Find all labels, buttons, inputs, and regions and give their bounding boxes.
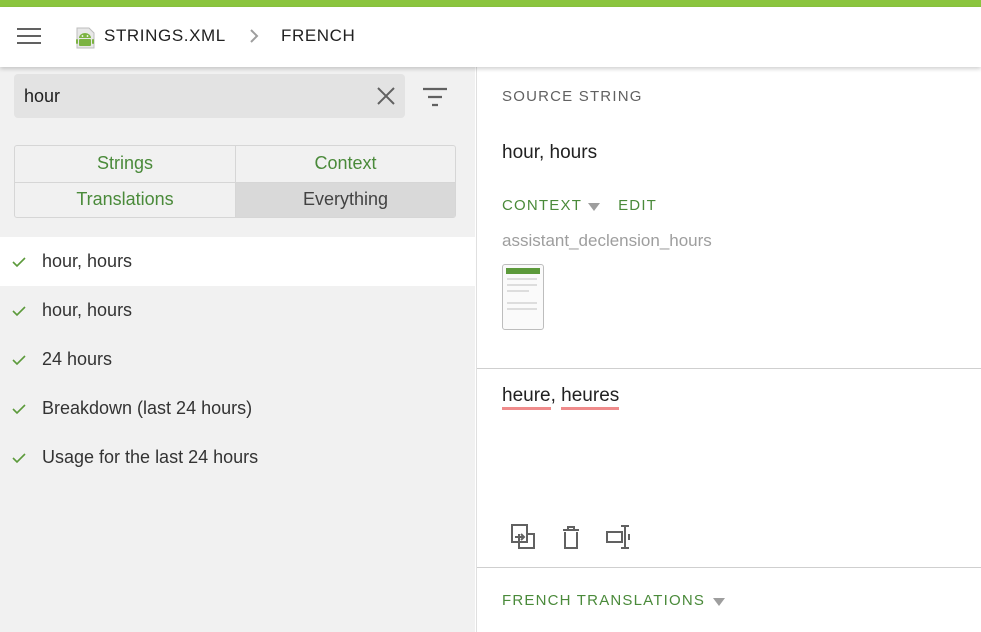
filter-icon[interactable] [422, 86, 448, 108]
list-item[interactable]: Usage for the last 24 hours [0, 433, 475, 482]
misspelled-word: heures [561, 385, 620, 410]
context-key: assistant_declension_hours [502, 231, 712, 250]
tab-strings[interactable]: Strings [15, 146, 235, 182]
list-item-label: Usage for the last 24 hours [42, 447, 259, 467]
check-icon [12, 355, 26, 366]
source-string-text: hour, hours [502, 142, 598, 163]
context-row: CONTEXT EDIT [502, 197, 657, 214]
close-icon[interactable] [375, 85, 397, 107]
list-item[interactable]: 24 hours [0, 335, 475, 384]
breadcrumb-file[interactable]: STRINGS.XML [104, 26, 226, 46]
tab-everything[interactable]: Everything [235, 181, 455, 217]
app-header: STRINGS.XML FRENCH [0, 7, 981, 67]
caret-down-icon[interactable] [588, 203, 601, 211]
chevron-right-icon [250, 29, 259, 43]
tab-context[interactable]: Context [235, 146, 455, 182]
translation-toolbar [509, 522, 633, 552]
list-item[interactable]: Breakdown (last 24 hours) [0, 384, 475, 433]
edit-context-button[interactable]: EDIT [618, 197, 657, 214]
translation-text[interactable]: heure, heures [502, 385, 620, 410]
breadcrumb-language[interactable]: FRENCH [281, 26, 355, 46]
results-list: hour, hours hour, hours 24 hours Breakdo… [0, 237, 475, 482]
list-item-label: hour, hours [42, 251, 133, 271]
misspelled-word: heure [502, 385, 551, 410]
delete-icon[interactable] [557, 522, 585, 552]
list-item-label: Breakdown (last 24 hours) [42, 398, 253, 418]
source-string-title: SOURCE STRING [502, 88, 643, 105]
list-item-label: 24 hours [42, 349, 113, 369]
text-cursor-icon[interactable] [605, 522, 633, 552]
tab-translations[interactable]: Translations [15, 181, 235, 218]
check-icon [12, 453, 26, 464]
context-toggle[interactable]: CONTEXT [502, 197, 582, 214]
search-box [14, 74, 405, 118]
search-scope-tabs: Strings Context Translations Everything [14, 145, 456, 218]
translation-separator: , [550, 385, 562, 406]
divider [477, 567, 981, 568]
check-icon [12, 404, 26, 415]
french-translations-toggle[interactable]: FRENCH TRANSLATIONS [502, 592, 705, 609]
divider [477, 368, 981, 369]
editor-panel: SOURCE STRING hour, hours CONTEXT EDIT a… [476, 67, 981, 632]
copy-source-icon[interactable] [509, 522, 537, 552]
list-item[interactable]: hour, hours [0, 237, 475, 286]
top-accent-bar [0, 0, 981, 7]
check-icon [12, 306, 26, 317]
french-translations-row[interactable]: FRENCH TRANSLATIONS [502, 592, 726, 609]
list-item[interactable]: hour, hours [0, 286, 475, 335]
caret-down-icon[interactable] [713, 598, 726, 606]
search-panel: Strings Context Translations Everything … [0, 67, 475, 632]
screenshot-thumbnail[interactable] [502, 264, 544, 330]
check-icon [12, 257, 26, 268]
android-icon [76, 27, 95, 49]
search-input[interactable] [24, 82, 364, 110]
menu-icon[interactable] [17, 28, 41, 46]
list-item-label: hour, hours [42, 300, 133, 320]
